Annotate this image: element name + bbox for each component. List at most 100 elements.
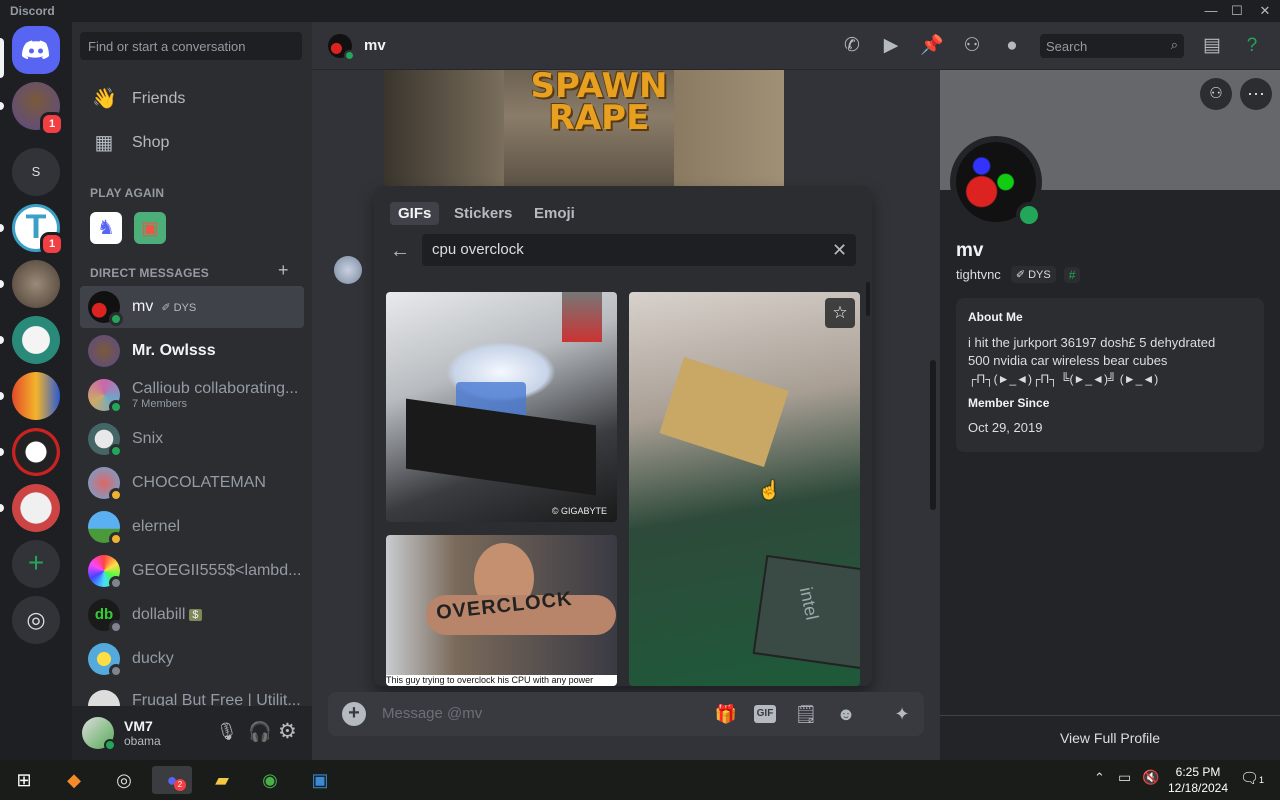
clear-search-icon[interactable]: ✕ <box>832 240 847 261</box>
tab-stickers[interactable]: Stickers <box>446 202 520 225</box>
user-panel: VM7 obama 🎙 🎧 ⚙ <box>72 706 312 760</box>
create-dm-button[interactable]: + <box>278 260 289 281</box>
dm-item-ducky[interactable]: ducky <box>80 638 304 680</box>
tray-chevron-icon[interactable]: ⌃ <box>1094 770 1105 786</box>
favorite-star-icon[interactable]: ☆ <box>825 298 855 328</box>
gift-icon[interactable]: 🎁 <box>714 702 738 726</box>
apps-icon[interactable]: ✦ <box>890 702 914 726</box>
gif-gpu <box>406 398 596 496</box>
message-image[interactable]: SPAWN RAPE <box>384 70 784 186</box>
explore-servers-button[interactable]: ◎ <box>12 596 60 644</box>
message-author-avatar[interactable] <box>334 256 362 284</box>
unread-indicator <box>0 224 4 232</box>
dm-item-group[interactable]: Callioub collaborating... 7 Members <box>80 374 304 416</box>
header-avatar <box>328 34 355 61</box>
add-friends-to-dm-icon[interactable]: ⚇ <box>960 34 984 58</box>
taskbar-discord-icon[interactable]: ● 2 <box>152 766 192 794</box>
dm-name: Mr. Owlsss <box>132 342 216 359</box>
taskbar-file-explorer-icon[interactable]: ▰ <box>202 766 242 794</box>
about-card: About Me i hit the jurkport 36197 dosh£ … <box>956 298 1264 452</box>
clock[interactable]: 6:25 PM 12/18/2024 <box>1166 764 1230 796</box>
header-username[interactable]: mv <box>364 37 386 54</box>
server-ghost[interactable] <box>12 316 60 364</box>
member-since-header: Member Since <box>968 396 1050 410</box>
inbox-icon[interactable]: ▤ <box>1200 34 1224 58</box>
avatar <box>88 423 123 458</box>
server-s[interactable]: S <box>12 148 60 196</box>
dm-item-frugal[interactable]: Frugal But Free | Utilit... <box>80 682 304 708</box>
emoji-icon[interactable]: ☻ <box>834 702 858 726</box>
home-button[interactable] <box>12 26 60 74</box>
taskbar-app-icon[interactable]: ▣ <box>300 766 340 794</box>
server-newo[interactable] <box>12 372 60 420</box>
play-again-game-1[interactable]: ♞ <box>90 212 122 244</box>
add-server-button[interactable]: + <box>12 540 60 588</box>
gif-result-3[interactable]: OVERCLOCK This guy trying to overclock h… <box>386 535 617 686</box>
play-again-header: PLAY AGAIN <box>90 186 165 200</box>
gif-search-input[interactable]: cpu overclock <box>422 234 856 266</box>
add-friend-icon[interactable]: ⚇ <box>1200 78 1232 110</box>
volume-muted-icon[interactable]: 🔇 <box>1142 769 1159 786</box>
taskbar-discord-badge: 2 <box>174 779 186 791</box>
nav-shop[interactable]: ▦ Shop <box>80 122 304 164</box>
compass-icon: ◎ <box>26 607 46 632</box>
profile-clan-tag-text: DYS <box>1028 269 1051 281</box>
find-conversation-input[interactable]: Find or start a conversation <box>80 32 302 60</box>
chat-scrollbar[interactable] <box>930 360 936 510</box>
dm-item-dollabill[interactable]: db dollabill $ <box>80 594 304 636</box>
avatar <box>88 511 123 546</box>
user-avatar[interactable] <box>82 717 116 751</box>
video-call-icon[interactable]: ▶ <box>879 34 903 58</box>
network-icon[interactable]: ▭ <box>1118 769 1131 786</box>
dm-item-snix[interactable]: Snix <box>80 418 304 460</box>
headset-icon[interactable]: 🎧 <box>248 720 272 744</box>
user-profile-toggle-icon[interactable]: ● <box>1000 34 1024 58</box>
gif-result-2[interactable]: intel ☆ <box>629 292 860 686</box>
taskbar-obs-icon[interactable]: ◎ <box>104 766 144 794</box>
close-window-button[interactable]: ✕ <box>1250 0 1280 22</box>
picker-scrollbar[interactable] <box>866 282 870 316</box>
upload-plus-icon[interactable]: + <box>342 702 366 726</box>
status-online <box>1016 202 1042 228</box>
view-full-profile-link[interactable]: View Full Profile <box>940 730 1280 746</box>
header-search-input[interactable]: Search ⌕ <box>1040 34 1184 58</box>
sticker-icon[interactable]: 🗒 <box>794 702 818 726</box>
taskbar-chrome-icon[interactable]: ◉ <box>250 766 290 794</box>
notification-count: 1 <box>1259 775 1265 785</box>
dm-item-mv[interactable]: mv ✐ DYS <box>80 286 304 328</box>
pin-icon[interactable]: 📌 <box>920 34 944 58</box>
maximize-button[interactable]: ☐ <box>1222 0 1252 22</box>
voice-call-icon[interactable]: ✆ <box>840 34 864 58</box>
tab-emoji[interactable]: Emoji <box>526 202 583 225</box>
server-obs[interactable] <box>12 428 60 476</box>
server-cat[interactable] <box>12 260 60 308</box>
profile-clan-tag[interactable]: ✐ DYS <box>1010 266 1056 283</box>
nav-friends[interactable]: 👋 Friends <box>80 78 304 120</box>
more-options-icon[interactable]: ⋯ <box>1240 78 1272 110</box>
avatar <box>88 335 120 367</box>
microphone-icon[interactable]: 🎙 <box>216 722 238 742</box>
message-input[interactable]: Message @mv <box>382 705 482 722</box>
avatar <box>88 467 123 502</box>
taskbar-app-firefox-icon[interactable]: ◆ <box>54 766 94 794</box>
tab-gifs[interactable]: GIFs <box>390 202 440 225</box>
settings-gear-icon[interactable]: ⚙ <box>278 719 297 744</box>
help-icon[interactable]: ? <box>1240 34 1264 58</box>
dm-item-chocolateman[interactable]: CHOCOLATEMAN <box>80 462 304 504</box>
dm-item-elernel[interactable]: elernel <box>80 506 304 548</box>
user-profile-panel: ⚇ ⋯ mv tightvnc ✐ DYS # About Me i hit t… <box>940 70 1280 760</box>
dm-sidebar: Find or start a conversation 👋 Friends ▦ S… <box>72 22 312 760</box>
windows-start-icon[interactable]: ⊞ <box>4 766 44 794</box>
dm-item-mr-owlsss[interactable]: Mr. Owlsss <box>80 330 304 372</box>
gif-result-1[interactable]: © GIGABYTE <box>386 292 617 522</box>
app-title: Discord <box>10 4 55 18</box>
back-arrow-icon[interactable]: ← <box>390 240 410 263</box>
image-wall-left <box>384 70 504 186</box>
hashtag-badge-icon[interactable]: # <box>1063 266 1081 283</box>
gif-cpu-card <box>659 356 789 468</box>
notifications-icon[interactable]: 🗨1 <box>1240 769 1264 787</box>
gif-button[interactable]: GIF <box>754 705 776 723</box>
dm-item-geoegii[interactable]: GEOEGII555$<lambd... <box>80 550 304 592</box>
play-again-game-2[interactable]: ▣ <box>134 212 166 244</box>
server-reddit[interactable] <box>12 484 60 532</box>
